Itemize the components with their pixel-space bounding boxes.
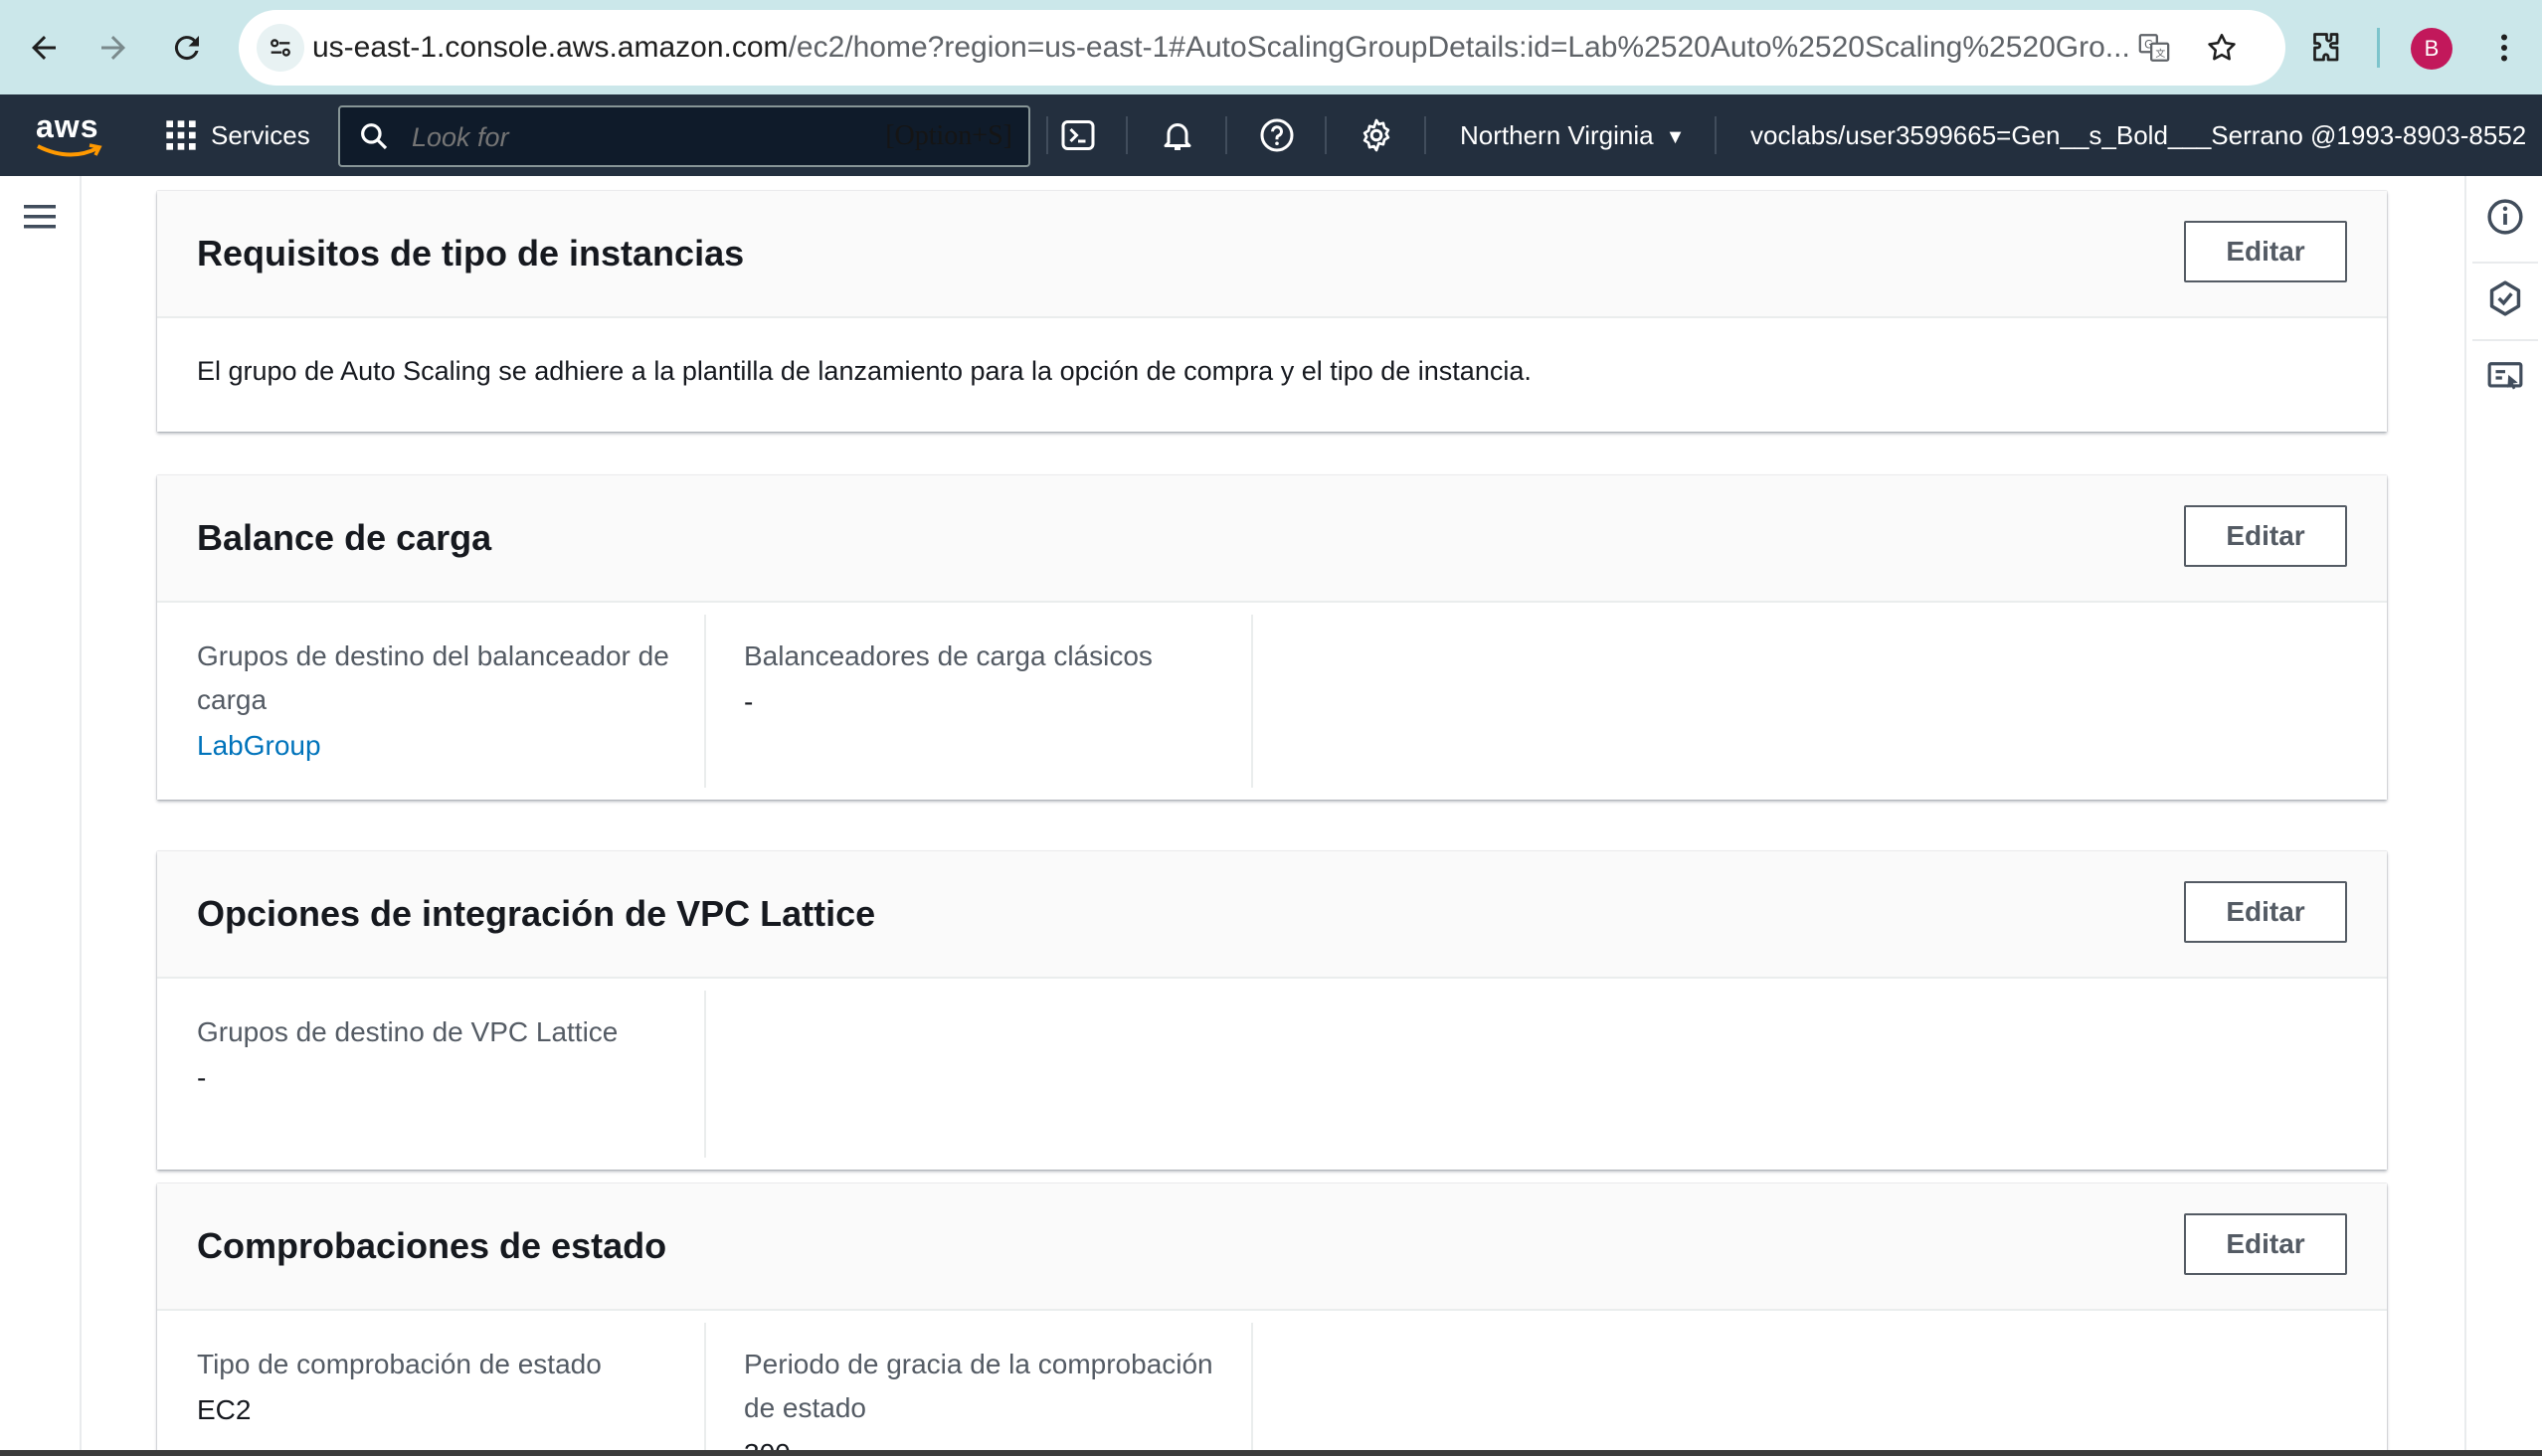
panel-title: Balance de carga [197,517,492,558]
field-label: Balanceadores de carga clásicos [744,640,1153,671]
bell-icon [1164,123,1191,150]
panel-header: Requisitos de tipo de instancias Editar [157,191,2387,318]
account-label: voclabs/user3599665=Gen__s_Bold___Serran… [1750,120,2527,150]
translate-icon[interactable]: G文 [2130,24,2178,72]
services-menu-button[interactable]: Services [165,110,310,160]
aws-logo-text: aws [36,108,99,144]
info-icon[interactable] [2486,198,2524,236]
address-bar[interactable]: us-east-1.console.aws.amazon.com/ec2/hom… [239,10,2285,86]
browser-toolbar: us-east-1.console.aws.amazon.com/ec2/hom… [0,0,2542,94]
field-value: EC2 [197,1394,252,1425]
target-group-link[interactable]: LabGroup [197,724,704,768]
tools-rail [2464,176,2542,1456]
site-info-icon[interactable] [257,24,304,72]
url-text[interactable]: us-east-1.console.aws.amazon.com/ec2/hom… [312,10,2182,86]
window-bottom-edge [0,1450,2542,1456]
more-vert-icon [2501,34,2507,62]
field-label: Periodo de gracia de la comprobación [744,1349,1213,1379]
edit-button[interactable]: Editar [2184,1213,2347,1275]
search-icon [361,123,388,150]
notifications-button[interactable] [1154,111,1201,159]
panel-body: Grupos de destino del balanceador de car… [157,603,2387,800]
field-value: - [744,686,754,717]
aws-logo[interactable]: aws [36,108,105,162]
puzzle-icon [2313,33,2339,62]
side-nav-rail [0,176,82,1456]
classic-lb-column: Balanceadores de carga clásicos - [724,615,1253,788]
toolbar-divider [2377,28,2380,68]
nav-divider [1126,116,1128,154]
help-icon [1260,118,1294,152]
field-label: Grupos de destino de VPC Lattice [197,1016,619,1047]
panel-header: Balance de carga Editar [157,475,2387,603]
edit-button[interactable]: Editar [2184,505,2347,567]
panel-body: El grupo de Auto Scaling se adhiere a la… [157,318,2387,432]
svg-text:文: 文 [2155,47,2165,60]
forward-button[interactable] [86,20,141,76]
nav-divider [1424,116,1426,154]
edit-button[interactable]: Editar [2184,881,2347,943]
panel-header: Opciones de integración de VPC Lattice E… [157,851,2387,979]
reload-button[interactable] [159,20,215,76]
caret-down-icon: ▼ [1665,126,1686,149]
nav-divider [1715,116,1717,154]
search-input[interactable] [410,107,831,167]
panel-title: Comprobaciones de estado [197,1225,667,1266]
health-check-type-column: Tipo de comprobación de estado EC2 [197,1323,706,1456]
profile-avatar[interactable]: B [2411,28,2452,70]
search-box[interactable]: [Option+S] [338,105,1030,167]
rail-divider [2472,262,2538,264]
services-label: Services [211,119,310,150]
main-content: Requisitos de tipo de instancias Editar … [82,176,2462,1456]
cloudshell-button[interactable] [1054,111,1102,159]
hamburger-menu-icon[interactable] [22,202,58,232]
url-path: /ec2/home?region=us-east-1#AutoScalingGr… [788,31,2130,64]
feedback-screen-icon[interactable] [2486,359,2524,397]
caret-down-icon: ▼ [2538,96,2542,178]
region-label: Northern Virginia [1460,120,1654,150]
nav-divider [1225,116,1227,154]
load-balancing-panel: Balance de carga Editar Grupos de destin… [157,475,2387,800]
browser-menu-button[interactable] [2476,20,2532,76]
instance-type-requirements-panel: Requisitos de tipo de instancias Editar … [157,191,2387,432]
panel-title: Opciones de integración de VPC Lattice [197,893,876,934]
bookmark-star-icon[interactable] [2198,24,2246,72]
account-menu[interactable]: voclabs/user3599665=Gen__s_Bold___Serran… [1750,94,2542,176]
search-shortcut-hint: [Option+S] [885,120,1012,151]
rail-divider [2472,339,2538,341]
panel-header: Comprobaciones de estado Editar [157,1183,2387,1311]
panel-body: Grupos de destino de VPC Lattice - [157,979,2387,1170]
edit-button[interactable]: Editar [2184,221,2347,282]
field-label: Grupos de destino del balanceador de [197,640,669,671]
aws-smile-icon [37,143,102,157]
help-button[interactable] [1253,111,1301,159]
gear-icon [1362,118,1390,152]
extensions-button[interactable] [2297,20,2353,76]
url-host: us-east-1.console.aws.amazon.com [312,31,789,64]
grid-icon [166,120,196,150]
lattice-target-groups-column: Grupos de destino de VPC Lattice - [197,991,706,1158]
field-label: carga [197,684,268,715]
terminal-icon [1061,120,1095,150]
arrow-right-icon [101,36,125,60]
instance-type-description: El grupo de Auto Scaling se adhiere a la… [197,356,1532,386]
settings-button[interactable] [1353,111,1400,159]
region-selector[interactable]: Northern Virginia ▼ [1460,94,1685,176]
field-value: - [197,1062,207,1093]
health-checks-panel: Comprobaciones de estado Editar Tipo de … [157,1183,2387,1456]
field-label: de estado [744,1392,866,1423]
back-button[interactable] [16,20,72,76]
reload-icon [174,36,199,61]
panel-body: Tipo de comprobación de estado EC2 Perio… [157,1311,2387,1456]
vpc-lattice-panel: Opciones de integración de VPC Lattice E… [157,851,2387,1170]
target-groups-column: Grupos de destino del balanceador de car… [197,615,706,788]
aws-top-nav: aws Services [Option+S] Northern Virgini… [0,94,2542,176]
grace-period-column: Periodo de gracia de la comprobación de … [724,1323,1253,1456]
hexagon-tool-icon[interactable] [2486,279,2524,317]
panel-title: Requisitos de tipo de instancias [197,233,745,273]
arrow-left-icon [32,36,56,60]
nav-divider [1046,116,1048,154]
field-label: Tipo de comprobación de estado [197,1349,602,1379]
nav-divider [1325,116,1327,154]
